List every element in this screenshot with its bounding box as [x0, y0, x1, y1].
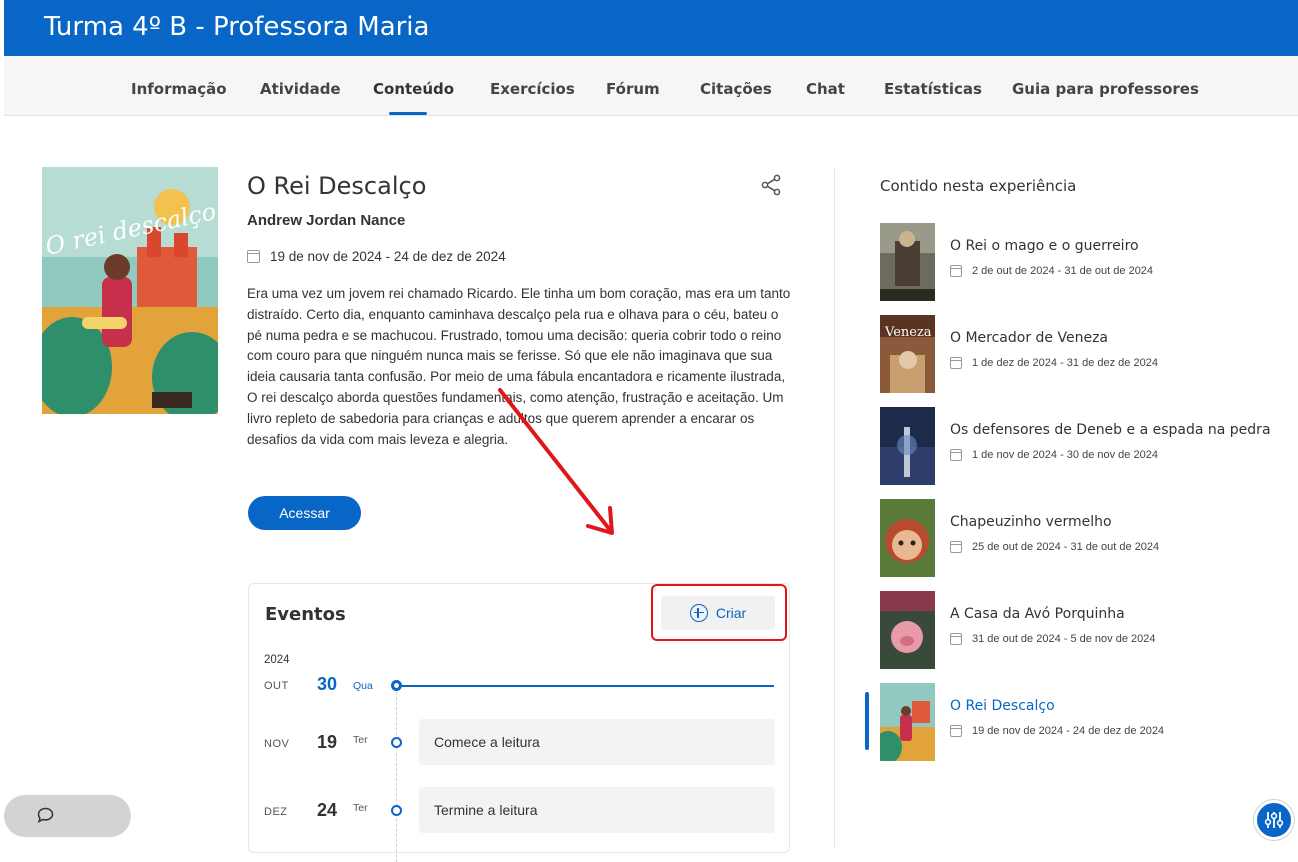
event-month: OUT — [264, 680, 289, 692]
share-icon[interactable] — [760, 174, 782, 196]
calendar-icon — [950, 449, 962, 461]
sidebar-item-dates-text: 2 de out de 2024 - 31 de out de 2024 — [972, 265, 1154, 277]
book-cover-image: O rei descalço — [42, 167, 218, 414]
calendar-icon — [950, 265, 962, 277]
event-day: 19 — [317, 732, 338, 752]
event-month: DEZ — [264, 806, 288, 818]
events-title: Eventos — [265, 604, 346, 625]
plus-circle-icon — [689, 604, 708, 622]
create-event-label: Criar — [715, 605, 747, 621]
tab-atividade[interactable]: Atividade — [260, 80, 341, 98]
sidebar-item-mercador-veneza[interactable]: Veneza O Mercador de Veneza 1 de dez de … — [880, 315, 1290, 393]
access-button[interactable]: Acessar — [248, 496, 361, 530]
book-author: Andrew Jordan Nance — [247, 212, 406, 229]
column-divider — [834, 168, 835, 848]
tab-chat[interactable]: Chat — [806, 80, 845, 98]
calendar-icon — [950, 541, 962, 553]
sidebar-item-dates: 19 de nov de 2024 - 24 de dez de 2024 — [950, 725, 1164, 737]
tab-conteudo[interactable]: Conteúdo — [373, 80, 454, 98]
book-dates-text: 19 de nov de 2024 - 24 de dez de 2024 — [270, 249, 506, 264]
sidebar-item-chapeuzinho[interactable]: Chapeuzinho vermelho 25 de out de 2024 -… — [880, 499, 1290, 577]
sidebar-item-dates-text: 31 de out de 2024 - 5 de nov de 2024 — [972, 633, 1156, 645]
sidebar-item-dates: 1 de nov de 2024 - 30 de nov de 2024 — [950, 449, 1158, 461]
tab-exercicios[interactable]: Exercícios — [490, 80, 575, 98]
timeline-dot — [391, 805, 402, 816]
event-day: 24 — [317, 800, 338, 820]
event-item[interactable]: Termine a leitura — [419, 787, 775, 833]
top-header: Turma 4º B - Professora Maria — [4, 0, 1298, 56]
book-title: O Rei Descalço — [247, 172, 427, 200]
main-nav: Informação Atividade Conteúdo Exercícios… — [4, 56, 1298, 116]
event-weekday: Ter — [353, 734, 368, 746]
sliders-icon — [1264, 812, 1284, 828]
active-tab-indicator — [389, 112, 427, 115]
book-thumbnail — [880, 223, 935, 301]
sidebar-title: Contido nesta experiência — [880, 177, 1077, 195]
book-thumbnail — [880, 407, 935, 485]
sidebar-item-title: A Casa da Avó Porquinha — [950, 606, 1125, 622]
calendar-icon — [950, 725, 962, 737]
event-month: NOV — [264, 738, 290, 750]
event-weekday: Ter — [353, 802, 368, 814]
book-thumbnail — [880, 683, 935, 761]
tab-guia-professores[interactable]: Guia para professores — [1012, 80, 1199, 98]
tab-estatisticas[interactable]: Estatísticas — [884, 80, 982, 98]
timeline-dot — [391, 680, 402, 691]
calendar-icon — [950, 357, 962, 369]
timeline-dot — [391, 737, 402, 748]
sidebar-item-casa-avo-porquinha[interactable]: A Casa da Avó Porquinha 31 de out de 202… — [880, 591, 1290, 669]
chat-widget-button[interactable] — [4, 795, 131, 837]
sidebar-item-title: O Rei o mago e o guerreiro — [950, 238, 1139, 254]
book-thumbnail: Veneza — [880, 315, 935, 393]
accessibility-settings-button[interactable] — [1254, 800, 1294, 840]
calendar-icon — [247, 250, 260, 263]
sidebar-item-dates: 31 de out de 2024 - 5 de nov de 2024 — [950, 633, 1156, 645]
thumbnail-title-text: Veneza — [885, 325, 932, 340]
sidebar-item-dates-text: 1 de dez de 2024 - 31 de dez de 2024 — [972, 357, 1158, 369]
calendar-icon — [950, 633, 962, 645]
sidebar-item-dates-text: 25 de out de 2024 - 31 de out de 2024 — [972, 541, 1160, 553]
timeline-line — [396, 692, 397, 862]
event-weekday: Qua — [353, 680, 373, 692]
sidebar-item-dates: 2 de out de 2024 - 31 de out de 2024 — [950, 265, 1153, 277]
tab-forum[interactable]: Fórum — [606, 80, 660, 98]
today-line — [402, 685, 774, 687]
sidebar-item-title: Os defensores de Deneb e a espada na ped… — [950, 422, 1271, 438]
sidebar-item-title: O Rei Descalço — [950, 698, 1055, 714]
sidebar-item-title: Chapeuzinho vermelho — [950, 514, 1112, 530]
tab-informacao[interactable]: Informação — [131, 80, 227, 98]
book-thumbnail — [880, 499, 935, 577]
tab-citacoes[interactable]: Citações — [700, 80, 772, 98]
sidebar-item-dates-text: 1 de nov de 2024 - 30 de nov de 2024 — [972, 449, 1158, 461]
create-event-button[interactable]: Criar — [661, 596, 775, 630]
sidebar-item-defensores-deneb[interactable]: Os defensores de Deneb e a espada na ped… — [880, 407, 1290, 485]
sidebar-item-title: O Mercador de Veneza — [950, 330, 1109, 346]
sidebar-item-dates: 1 de dez de 2024 - 31 de dez de 2024 — [950, 357, 1158, 369]
chat-bubble-icon — [37, 807, 54, 823]
sidebar-item-rei-mago-guerreiro[interactable]: O Rei o mago e o guerreiro 2 de out de 2… — [880, 223, 1290, 301]
events-card: Eventos Criar 2024 OUT 30 Qua NOV 19 Ter… — [248, 583, 790, 862]
book-description: Era uma vez um jovem rei chamado Ricardo… — [247, 286, 791, 447]
sidebar-item-rei-descalco[interactable]: O Rei Descalço 19 de nov de 2024 - 24 de… — [880, 683, 1290, 761]
event-year: 2024 — [264, 654, 290, 666]
class-title: Turma 4º B - Professora Maria — [44, 12, 430, 42]
event-day: 30 — [317, 674, 338, 694]
book-date-range: 19 de nov de 2024 - 24 de dez de 2024 — [247, 249, 506, 264]
book-thumbnail — [880, 591, 935, 669]
sidebar-item-dates-text: 19 de nov de 2024 - 24 de dez de 2024 — [972, 725, 1165, 737]
sidebar-item-dates: 25 de out de 2024 - 31 de out de 2024 — [950, 541, 1159, 553]
active-item-indicator — [865, 692, 869, 750]
event-item[interactable]: Comece a leitura — [419, 719, 775, 765]
